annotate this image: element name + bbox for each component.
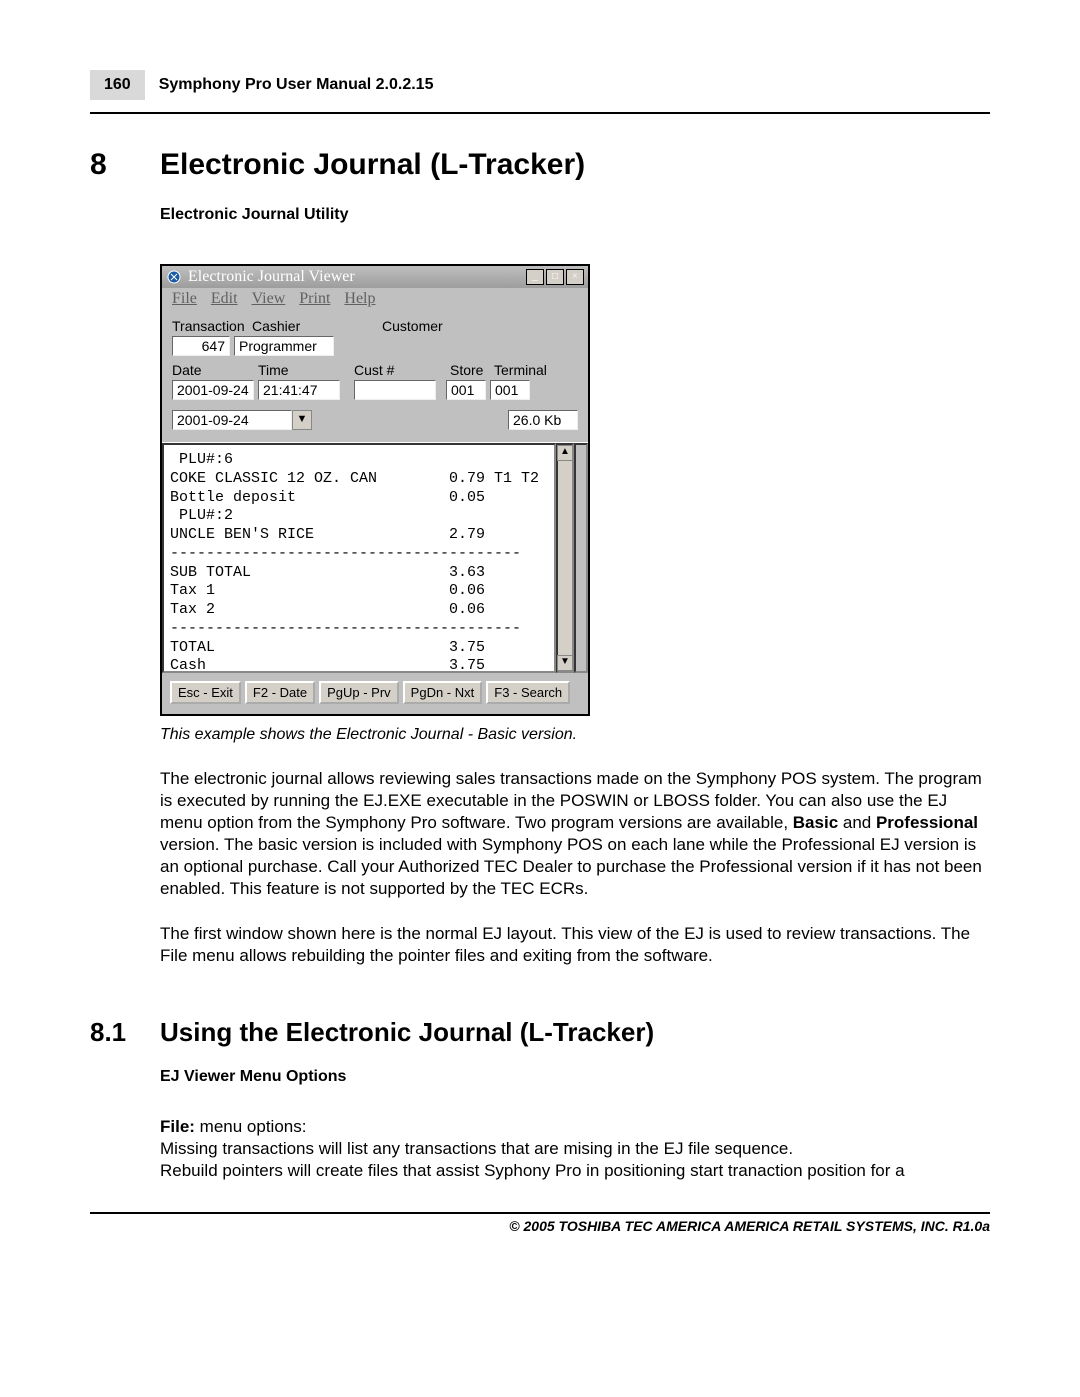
header-rule: [90, 112, 990, 114]
file-label: File:: [160, 1117, 195, 1136]
page-header: 160 Symphony Pro User Manual 2.0.2.15: [90, 70, 990, 100]
vertical-scrollbar[interactable]: ▲ ▼: [556, 443, 574, 673]
figure-caption: This example shows the Electronic Journa…: [160, 726, 990, 744]
file-rest: menu options:: [195, 1117, 307, 1136]
field-filesize: 26.0 Kb: [508, 410, 578, 430]
menubar: File Edit View Print Help: [162, 288, 588, 310]
subsection-heading: 8.1 Using the Electronic Journal (L-Trac…: [90, 1017, 990, 1048]
f2-date-button[interactable]: F2 - Date: [245, 681, 315, 704]
paragraph-1: The electronic journal allows reviewing …: [160, 768, 990, 901]
journal-text[interactable]: PLU#:6 COKE CLASSIC 12 OZ. CAN 0.79 T1 T…: [162, 443, 556, 673]
f3-search-button[interactable]: F3 - Search: [486, 681, 570, 704]
file-line2: Missing transactions will list any trans…: [160, 1139, 793, 1158]
field-store[interactable]: 001: [446, 380, 486, 400]
p1-bold-professional: Professional: [876, 813, 978, 832]
journal-area: PLU#:6 COKE CLASSIC 12 OZ. CAN 0.79 T1 T…: [162, 442, 588, 673]
label-terminal: Terminal: [494, 362, 547, 378]
minimize-button[interactable]: _: [526, 269, 544, 285]
chevron-down-icon[interactable]: ▼: [292, 410, 312, 430]
ej-screenshot: Electronic Journal Viewer _ □ × File Edi…: [160, 264, 990, 716]
menu-help[interactable]: Help: [344, 290, 375, 308]
label-cashier: Cashier: [252, 318, 382, 334]
esc-exit-button[interactable]: Esc - Exit: [170, 681, 241, 704]
button-bar: Esc - Exit F2 - Date PgUp - Prv PgDn - N…: [162, 673, 588, 714]
label-date: Date: [172, 362, 258, 378]
label-customer: Customer: [382, 318, 443, 334]
menu-view[interactable]: View: [252, 290, 286, 308]
file-line3: Rebuild pointers will create files that …: [160, 1161, 905, 1180]
app-icon: [166, 269, 182, 285]
window-title: Electronic Journal Viewer: [188, 268, 524, 286]
pgdn-next-button[interactable]: PgDn - Nxt: [403, 681, 483, 704]
subsection-title: Using the Electronic Journal (L-Tracker): [160, 1017, 654, 1048]
footer-rule: [90, 1212, 990, 1214]
label-time: Time: [258, 362, 354, 378]
maximize-button[interactable]: □: [546, 269, 564, 285]
footer-copyright: © 2005 TOSHIBA TEC AMERICA AMERICA RETAI…: [90, 1218, 990, 1234]
section-subhead: Electronic Journal Utility: [160, 206, 990, 224]
p1-bold-basic: Basic: [793, 813, 838, 832]
subsection-number: 8.1: [90, 1017, 160, 1048]
titlebar: Electronic Journal Viewer _ □ ×: [162, 266, 588, 288]
scroll-down-icon[interactable]: ▼: [557, 655, 573, 671]
form-area: Transaction Cashier Customer 647 Program…: [162, 310, 588, 442]
section-title: Electronic Journal (L-Tracker): [160, 148, 585, 182]
field-cashier[interactable]: Programmer: [234, 336, 334, 356]
field-terminal[interactable]: 001: [490, 380, 530, 400]
label-transaction: Transaction: [172, 318, 252, 334]
side-gutter: [574, 443, 588, 673]
section-heading: 8 Electronic Journal (L-Tracker): [90, 148, 990, 182]
scroll-up-icon[interactable]: ▲: [557, 445, 573, 461]
p1-text-c: version. The basic version is included w…: [160, 835, 982, 898]
field-date[interactable]: 2001-09-24: [172, 380, 254, 400]
label-store: Store: [450, 362, 494, 378]
field-time[interactable]: 21:41:47: [258, 380, 340, 400]
close-button[interactable]: ×: [566, 269, 584, 285]
date-dropdown-value: 2001-09-24: [172, 410, 292, 430]
field-transaction[interactable]: 647: [172, 336, 230, 356]
paragraph-2: The first window shown here is the norma…: [160, 923, 990, 967]
menu-file[interactable]: File: [172, 290, 197, 308]
label-custnum: Cust #: [354, 362, 450, 378]
ej-window: Electronic Journal Viewer _ □ × File Edi…: [160, 264, 590, 716]
field-custnum[interactable]: [354, 380, 436, 400]
file-menu-options: File: menu options: Missing transactions…: [160, 1116, 990, 1182]
p1-text-b: and: [838, 813, 876, 832]
menu-print[interactable]: Print: [299, 290, 330, 308]
section-number: 8: [90, 148, 160, 182]
pgup-prev-button[interactable]: PgUp - Prv: [319, 681, 399, 704]
page-number: 160: [90, 70, 145, 100]
subsection-subhead: EJ Viewer Menu Options: [160, 1068, 990, 1086]
date-dropdown[interactable]: 2001-09-24 ▼: [172, 410, 312, 430]
manual-title: Symphony Pro User Manual 2.0.2.15: [159, 70, 434, 100]
menu-edit[interactable]: Edit: [211, 290, 238, 308]
